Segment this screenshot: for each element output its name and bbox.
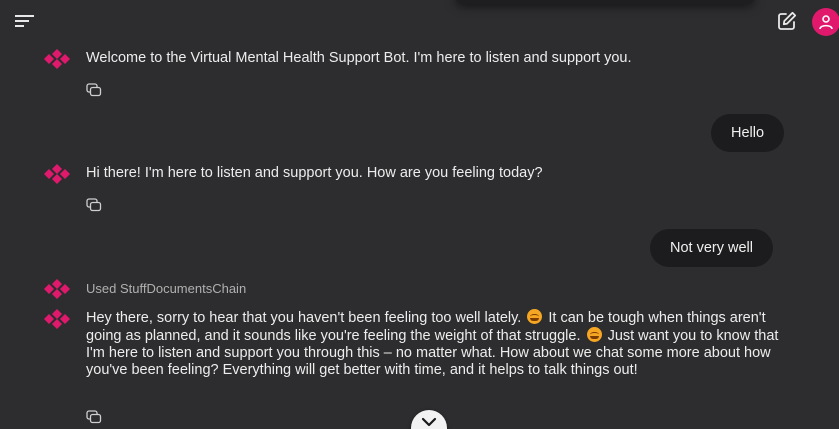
top-overlay-panel: [455, 0, 755, 4]
hamburger-menu-icon[interactable]: [14, 12, 36, 30]
tool-usage-label: Used StuffDocumentsChain: [86, 281, 247, 296]
copy-icon[interactable]: [86, 198, 102, 212]
bot-logo-icon: [43, 48, 71, 70]
bot-logo-icon: [43, 163, 71, 185]
message-text: Hey there, sorry to hear that you haven'…: [86, 310, 522, 326]
bot-message: Welcome to the Virtual Mental Health Sup…: [86, 50, 632, 66]
smiling-emoji-icon: [586, 327, 602, 342]
avatar[interactable]: [812, 8, 839, 36]
new-chat-button[interactable]: [776, 10, 798, 32]
smiling-emoji-icon: [527, 309, 543, 324]
user-message-bubble: Hello: [711, 114, 785, 152]
edit-square-icon: [778, 11, 797, 30]
bot-logo-icon: [43, 278, 71, 300]
bot-message: Hey there, sorry to hear that you haven'…: [86, 309, 796, 379]
copy-icon[interactable]: [86, 83, 102, 97]
scroll-down-button[interactable]: [411, 410, 447, 429]
chat-app: Welcome to the Virtual Mental Health Sup…: [0, 0, 839, 429]
bot-message: Hi there! I'm here to listen and support…: [86, 165, 543, 181]
copy-icon[interactable]: [86, 410, 102, 424]
bot-logo-icon: [43, 308, 71, 330]
top-bar: [0, 0, 839, 40]
user-message-bubble: Not very well: [650, 229, 773, 267]
chevron-down-icon: [421, 417, 437, 427]
user-icon: [819, 15, 833, 30]
